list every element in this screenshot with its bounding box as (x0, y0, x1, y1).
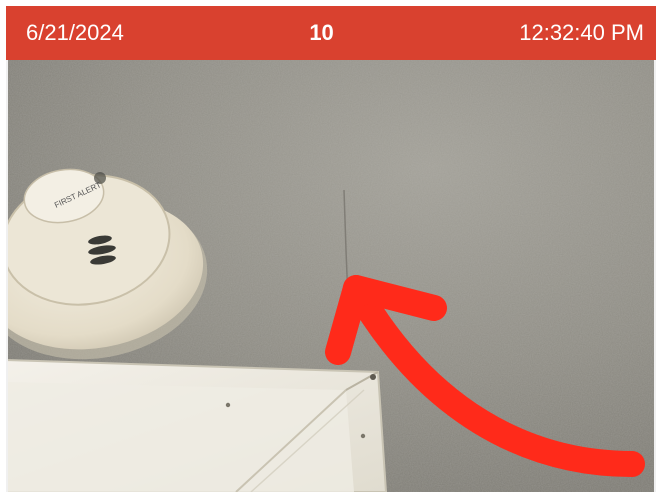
photo-canvas: FIRST ALERT (6, 60, 656, 492)
inspection-photo: FIRST ALERT (6, 60, 656, 492)
ceiling-vent-icon (6, 358, 388, 492)
photo-header-bar: 6/21/2024 10 12:32:40 PM (6, 6, 656, 60)
photo-number: 10 (309, 20, 334, 45)
photo-time: 12:32:40 PM (519, 20, 644, 45)
photo-date: 6/21/2024 (26, 20, 124, 45)
inspection-photo-card: 6/21/2024 10 12:32:40 PM FIRST ALERT (0, 0, 662, 498)
